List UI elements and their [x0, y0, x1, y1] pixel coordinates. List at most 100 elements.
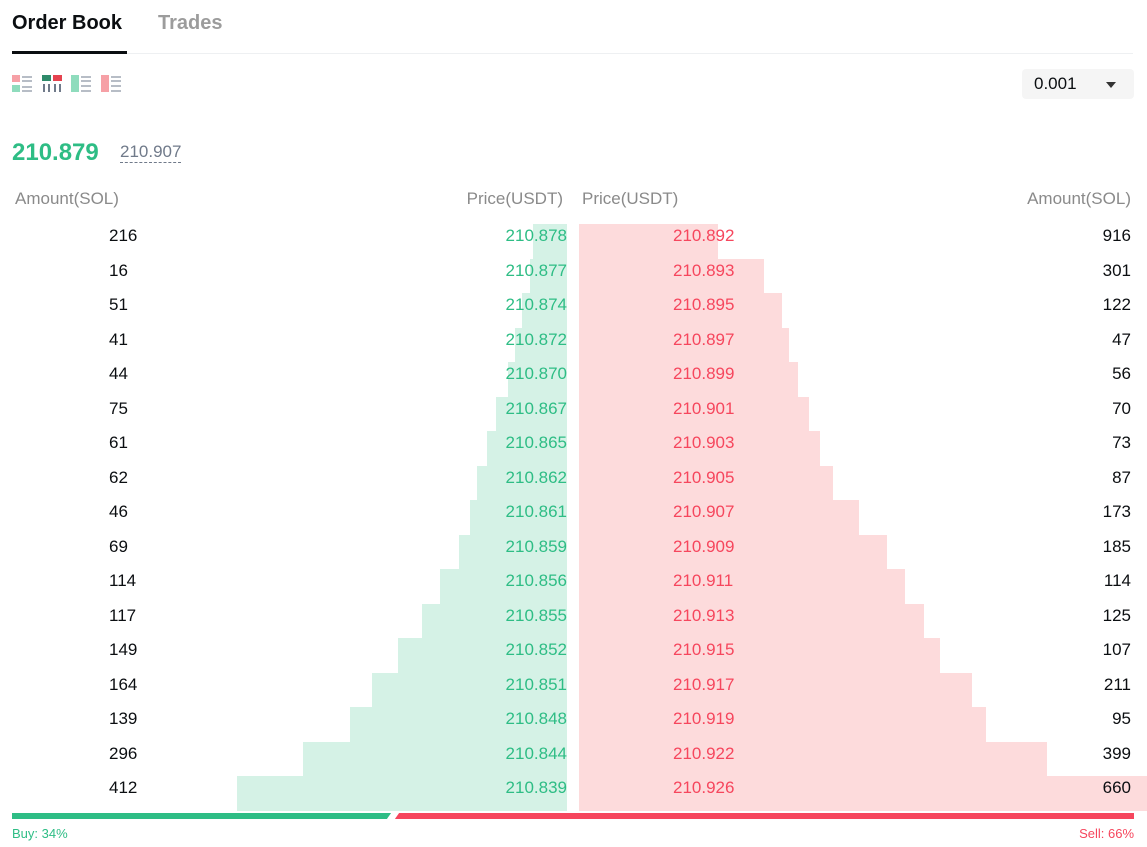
ask-amount: 73 — [1112, 433, 1131, 452]
ask-depth-bar — [579, 569, 905, 604]
ask-amount: 125 — [1102, 605, 1131, 625]
bid-amount-header: Amount(SOL) — [15, 189, 119, 208]
bid-price: 210.874 — [505, 295, 567, 314]
bid-amount: 216 — [109, 226, 138, 245]
ask-amount: 70 — [1112, 398, 1131, 418]
ask-price: 210.897 — [673, 329, 735, 349]
ask-price: 210.899 — [673, 364, 735, 383]
bid-amount: 69 — [109, 536, 128, 556]
bid-price: 210.852 — [505, 640, 567, 659]
order-book-row[interactable]: 75 210.867 210.901 70 — [0, 396, 1147, 432]
buy-sell-ratio-bar — [12, 811, 1134, 821]
bid-amount: 114 — [109, 571, 137, 590]
ask-amount: 107 — [1102, 640, 1131, 659]
ask-amount: 114 — [1103, 571, 1131, 590]
sell-ratio-label: Sell: 66% — [1079, 826, 1134, 841]
bid-amount: 149 — [109, 640, 138, 659]
order-book-row[interactable]: 114 210.856 210.911 114 — [0, 569, 1147, 604]
bid-price: 210.859 — [505, 536, 567, 556]
ask-amount: 56 — [1112, 364, 1131, 383]
bid-amount: 117 — [109, 605, 137, 625]
ask-price: 210.922 — [673, 743, 735, 763]
tab-order-book[interactable]: Order Book — [12, 10, 122, 36]
order-book-row[interactable]: 61 210.865 210.903 73 — [0, 431, 1147, 466]
ask-price: 210.913 — [673, 605, 735, 625]
ask-price: 210.905 — [673, 467, 735, 487]
ask-amount: 211 — [1103, 674, 1131, 694]
bid-price: 210.862 — [505, 467, 567, 487]
ask-depth-bar — [579, 741, 1047, 776]
order-book-row[interactable]: 149 210.852 210.915 107 — [0, 638, 1147, 673]
order-book-row[interactable]: 117 210.855 210.913 125 — [0, 603, 1147, 639]
order-book-row[interactable]: 62 210.862 210.905 87 — [0, 465, 1147, 501]
ask-depth-bar — [579, 672, 972, 707]
bid-price: 210.865 — [505, 433, 567, 452]
ask-amount: 916 — [1102, 226, 1131, 245]
order-book-row[interactable]: 412 210.839 210.926 660 — [0, 776, 1147, 811]
ask-price-header: Price(USDT) — [582, 189, 679, 208]
order-book-row[interactable]: 51 210.874 210.895 122 — [0, 293, 1147, 328]
order-book-row[interactable]: 41 210.872 210.897 47 — [0, 327, 1147, 363]
order-book-row[interactable]: 164 210.851 210.917 211 — [0, 672, 1147, 708]
order-book-row[interactable]: 296 210.844 210.922 399 — [0, 741, 1147, 777]
bid-price: 210.878 — [505, 226, 567, 245]
bid-amount: 412 — [109, 778, 138, 797]
order-book-row[interactable]: 216 210.878 210.892 916 — [0, 224, 1147, 259]
order-book-row[interactable]: 46 210.861 210.907 173 — [0, 500, 1147, 535]
order-book-row[interactable]: 16 210.877 210.893 301 — [0, 258, 1147, 294]
ask-amount: 660 — [1102, 778, 1131, 797]
bid-price-header: Price(USDT) — [466, 189, 563, 208]
buy-ratio-fill — [12, 813, 393, 819]
ask-price: 210.919 — [673, 709, 735, 728]
bid-amount: 164 — [109, 674, 138, 694]
ask-amount: 185 — [1102, 536, 1131, 556]
mark-price[interactable]: 210.907 — [120, 142, 182, 163]
ask-amount: 95 — [1112, 709, 1131, 728]
ask-price: 210.911 — [673, 571, 734, 590]
bid-price: 210.855 — [505, 605, 567, 625]
bids-only-icon[interactable] — [71, 74, 93, 94]
bid-price: 210.870 — [505, 364, 567, 383]
ask-depth-bar — [579, 258, 764, 293]
sell-ratio-fill — [393, 813, 1134, 819]
order-book-row[interactable]: 69 210.859 210.909 185 — [0, 534, 1147, 570]
bid-amount: 41 — [109, 329, 128, 349]
buy-ratio-label: Buy: 34% — [12, 826, 68, 841]
ask-amount: 399 — [1102, 743, 1131, 763]
both-sides-icon[interactable] — [12, 74, 34, 94]
caret-down-icon — [1106, 82, 1116, 88]
tab-trades[interactable]: Trades — [158, 10, 222, 36]
bid-price: 210.867 — [505, 398, 567, 418]
ask-price: 210.892 — [673, 226, 735, 245]
last-price: 210.879 — [12, 139, 99, 166]
bid-amount: 139 — [109, 709, 138, 728]
ask-depth-bar — [579, 707, 987, 742]
ask-amount: 87 — [1112, 467, 1131, 487]
asks-only-icon[interactable] — [101, 74, 123, 94]
precision-select[interactable]: 0.001 — [1022, 69, 1134, 99]
ask-price: 210.915 — [673, 640, 735, 659]
ask-amount: 47 — [1112, 329, 1131, 349]
ask-depth-bar — [579, 776, 1147, 811]
depth-columns-icon[interactable] — [42, 74, 64, 94]
bid-price: 210.839 — [505, 778, 567, 797]
ask-price: 210.907 — [673, 502, 735, 521]
ask-amount: 301 — [1102, 260, 1131, 280]
ask-price: 210.901 — [673, 398, 735, 418]
bid-amount: 61 — [109, 433, 128, 452]
ask-price: 210.917 — [673, 674, 735, 694]
bid-price: 210.877 — [505, 260, 567, 280]
bid-amount: 16 — [109, 260, 128, 280]
ask-price: 210.903 — [673, 433, 735, 452]
order-book-row[interactable]: 44 210.870 210.899 56 — [0, 362, 1147, 397]
ask-depth-bar — [579, 603, 924, 638]
ask-price: 210.895 — [673, 295, 735, 314]
ask-amount-header: Amount(SOL) — [1027, 189, 1131, 208]
bid-price: 210.861 — [505, 502, 567, 521]
bid-amount: 44 — [109, 364, 128, 383]
active-tab-indicator — [12, 51, 127, 54]
ask-price: 210.909 — [673, 536, 735, 556]
order-book-row[interactable]: 139 210.848 210.919 95 — [0, 707, 1147, 742]
bid-amount: 62 — [109, 467, 128, 487]
bid-amount: 46 — [109, 502, 128, 521]
